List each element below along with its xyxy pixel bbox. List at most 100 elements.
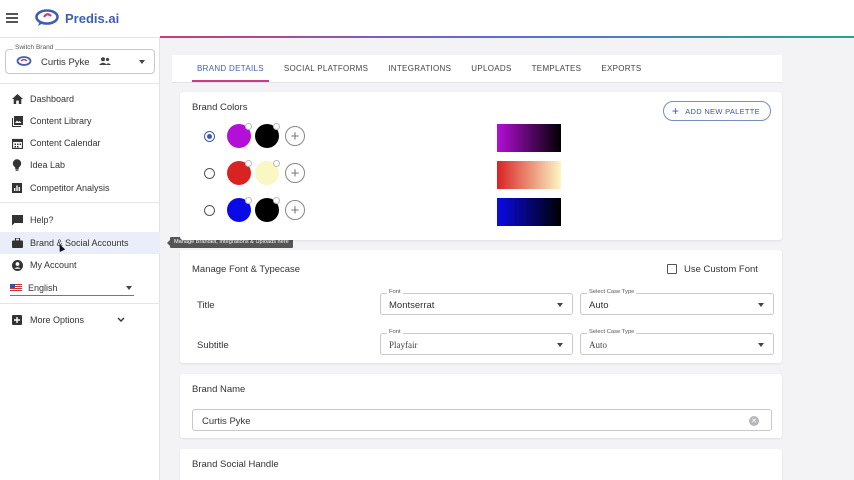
font-value: Montserrat xyxy=(389,300,435,311)
tab-templates[interactable]: TEMPLATES xyxy=(532,55,582,82)
palette-gradient-preview xyxy=(497,124,561,152)
language-select[interactable]: English xyxy=(10,280,134,296)
brand-social-handle-title: Brand Social Handle xyxy=(192,459,279,470)
sidebar-item-content-library[interactable]: Content Library xyxy=(0,110,160,132)
brand-name-title: Brand Name xyxy=(192,384,246,395)
color-swatch[interactable] xyxy=(227,197,252,222)
tab-uploads[interactable]: UPLOADS xyxy=(471,55,511,82)
case-field-label: Select Case Type xyxy=(587,289,637,295)
brand-name-value: Curtis Pyke xyxy=(202,416,251,427)
remove-color-icon[interactable] xyxy=(245,123,252,130)
chevron-down-icon xyxy=(139,60,145,64)
sidebar-item-label: Competitor Analysis xyxy=(30,183,110,193)
add-color-icon[interactable]: + xyxy=(285,200,305,220)
people-icon xyxy=(99,57,111,67)
subtitle-row-label: Subtitle xyxy=(197,340,229,351)
sidebar-item-my-account[interactable]: My Account xyxy=(0,254,160,276)
brand-switcher-label: Switch Brand xyxy=(13,44,56,51)
predis-logo-icon xyxy=(35,9,59,26)
palette-row: + xyxy=(204,160,305,185)
brand-name-input[interactable]: Curtis Pyke ✕ xyxy=(192,409,772,431)
remove-color-icon[interactable] xyxy=(273,123,280,130)
font-typecase-card: Manage Font & Typecase Use Custom Font T… xyxy=(180,250,782,363)
tab-bar: BRAND DETAILS SOCIAL PLATFORMS INTEGRATI… xyxy=(172,55,782,83)
subtitle-font-select[interactable]: Font Playfair xyxy=(380,329,573,355)
app-logo[interactable]: Predis.ai xyxy=(35,9,119,27)
brand-logo-icon xyxy=(16,56,32,66)
font-field-label: Font xyxy=(387,329,403,335)
title-font-select[interactable]: Font Montserrat xyxy=(380,289,573,315)
add-new-palette-button[interactable]: + ADD NEW PALETTE xyxy=(662,101,771,121)
sidebar-item-idea-lab[interactable]: Idea Lab xyxy=(0,154,160,176)
font-typecase-title: Manage Font & Typecase xyxy=(192,264,301,275)
brand-social-handle-card: Brand Social Handle xyxy=(180,449,782,480)
brand-switcher-select[interactable]: Switch Brand Curtis Pyke xyxy=(5,44,155,74)
sidebar-item-label: My Account xyxy=(30,260,77,270)
case-field-label: Select Case Type xyxy=(587,329,637,335)
add-palette-label: ADD NEW PALETTE xyxy=(685,106,760,116)
font-value: Playfair xyxy=(389,340,418,350)
chevron-down-icon xyxy=(758,303,764,307)
font-field-label: Font xyxy=(387,289,403,295)
top-bar: Predis.ai xyxy=(0,0,854,38)
sidebar-item-label: Help? xyxy=(30,215,54,225)
subtitle-case-select[interactable]: Select Case Type Auto xyxy=(580,329,774,355)
color-swatch[interactable] xyxy=(255,197,280,222)
clear-icon[interactable]: ✕ xyxy=(749,416,759,426)
language-value: English xyxy=(28,282,58,293)
title-case-select[interactable]: Select Case Type Auto xyxy=(580,289,774,315)
remove-color-icon[interactable] xyxy=(273,160,280,167)
palette-row: + xyxy=(204,197,305,222)
sidebar-item-label: Content Calendar xyxy=(30,138,101,148)
add-color-icon[interactable]: + xyxy=(285,163,305,183)
palette-radio[interactable] xyxy=(204,167,215,179)
color-swatch[interactable] xyxy=(227,123,252,148)
add-color-icon[interactable]: + xyxy=(285,126,305,146)
tab-brand-details[interactable]: BRAND DETAILS xyxy=(192,55,269,82)
palette-gradient-preview xyxy=(497,161,561,189)
account-icon xyxy=(11,259,23,271)
sidebar-item-competitor-analysis[interactable]: Competitor Analysis xyxy=(0,177,160,199)
custom-font-checkbox[interactable] xyxy=(667,264,677,274)
hamburger-menu-icon[interactable] xyxy=(6,13,18,23)
palette-row: + xyxy=(204,123,305,148)
sidebar-item-brand-social-accounts[interactable]: Brand & Social Accounts xyxy=(0,232,160,254)
sidebar-item-dashboard[interactable]: Dashboard xyxy=(0,88,160,110)
sidebar-item-label: Brand & Social Accounts xyxy=(30,238,129,248)
sidebar-item-help[interactable]: Help? xyxy=(0,209,160,231)
color-swatch[interactable] xyxy=(255,123,280,148)
sidebar-item-more-options[interactable]: More Options xyxy=(0,309,160,331)
tab-exports[interactable]: EXPORTS xyxy=(601,55,641,82)
image-library-icon xyxy=(11,115,23,127)
palette-radio[interactable] xyxy=(204,130,215,142)
tab-social-platforms[interactable]: SOCIAL PLATFORMS xyxy=(284,55,368,82)
remove-color-icon[interactable] xyxy=(273,197,280,204)
remove-color-icon[interactable] xyxy=(245,197,252,204)
sidebar-item-label: Dashboard xyxy=(30,94,75,104)
chevron-down-icon xyxy=(758,343,764,347)
plus-box-icon xyxy=(11,314,23,326)
chevron-down-icon xyxy=(126,286,132,290)
case-value: Auto xyxy=(589,340,607,350)
brand-name-card: Brand Name Curtis Pyke ✕ xyxy=(180,374,782,438)
palette-radio[interactable] xyxy=(204,204,215,216)
sidebar-item-label: Content Library xyxy=(30,116,92,126)
home-icon xyxy=(11,93,23,105)
color-swatch[interactable] xyxy=(255,160,280,185)
tab-integrations[interactable]: INTEGRATIONS xyxy=(388,55,451,82)
remove-color-icon[interactable] xyxy=(245,160,252,167)
divider xyxy=(0,202,160,203)
brand-colors-card: Brand Colors + ADD NEW PALETTE + + + xyxy=(180,92,782,240)
case-value: Auto xyxy=(589,300,609,311)
sidebar: Switch Brand Curtis Pyke Dashboard Conte… xyxy=(0,38,160,480)
chevron-down-icon xyxy=(117,317,125,322)
sidebar-item-content-calendar[interactable]: Content Calendar xyxy=(0,132,160,154)
header-accent-line xyxy=(160,36,854,38)
color-swatch[interactable] xyxy=(227,160,252,185)
lightbulb-icon xyxy=(11,159,23,171)
briefcase-icon xyxy=(11,237,23,249)
chart-icon xyxy=(11,182,23,194)
divider xyxy=(0,303,160,304)
brand-colors-title: Brand Colors xyxy=(192,102,248,113)
palette-gradient-preview xyxy=(497,198,561,226)
